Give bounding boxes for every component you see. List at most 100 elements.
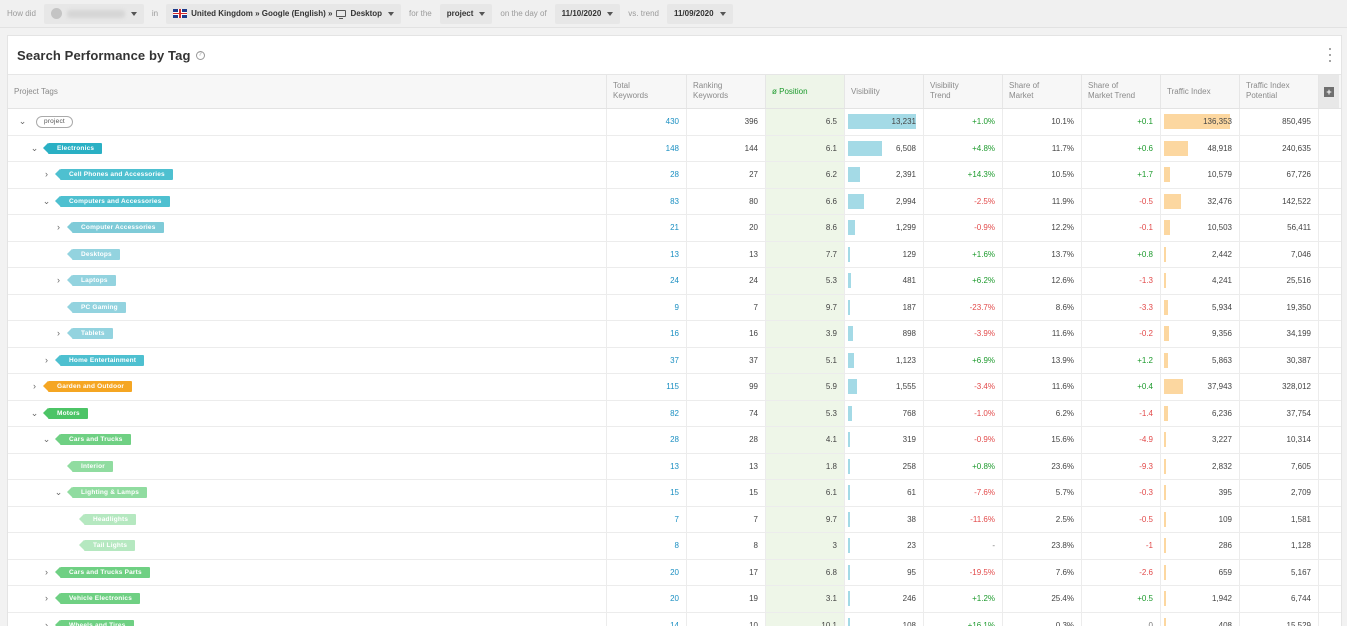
total-keywords-cell[interactable]: 37 — [607, 347, 687, 373]
tag-label[interactable]: Computers and Accessories — [55, 195, 170, 207]
tag-label[interactable]: Desktops — [67, 248, 120, 260]
tag-label[interactable]: Home Entertainment — [54, 354, 145, 366]
domain-dropdown[interactable] — [43, 3, 144, 24]
col-traffic-index-potential[interactable]: Traffic Index Potential — [1240, 75, 1319, 108]
project-dropdown[interactable]: project — [439, 3, 493, 24]
col-avg-position[interactable]: ø Position — [766, 75, 845, 108]
tag-label[interactable]: Garden and Outdoor — [42, 381, 133, 393]
col-visibility-trend[interactable]: Visibility Trend — [924, 75, 1003, 108]
trend-date-dropdown[interactable]: 11/09/2020 — [666, 3, 733, 24]
table-row[interactable]: Tail Lights 8 8 3 23 - 23.8% -1 286 1,12… — [8, 533, 1341, 560]
tag-label[interactable]: Headlights — [78, 513, 137, 525]
tag-label[interactable]: Tail Lights — [78, 540, 136, 552]
table-row[interactable]: › Wheels and Tires 14 10 10.1 108 +16.1%… — [8, 612, 1341, 626]
total-keywords-cell[interactable]: 21 — [607, 215, 687, 241]
more-options-icon[interactable] — [1328, 48, 1332, 62]
avg-position-cell: 9.7 — [766, 506, 845, 532]
total-keywords-cell[interactable]: 13 — [607, 453, 687, 479]
visibility-cell: 258 — [845, 453, 924, 479]
info-icon[interactable]: ? — [195, 50, 205, 60]
total-keywords-cell[interactable]: 8 — [607, 533, 687, 559]
tag-label[interactable]: PC Gaming — [67, 301, 126, 313]
table-row[interactable]: Desktops 13 13 7.7 129 +1.6% 13.7% +0.8 … — [8, 241, 1341, 268]
add-column-button[interactable]: + — [1319, 75, 1339, 108]
table-row[interactable]: › Home Entertainment 37 37 5.1 1,123 +6.… — [8, 347, 1341, 374]
table-row[interactable]: ⌄ Motors 82 74 5.3 768 -1.0% 6.2% -1.4 6… — [8, 400, 1341, 427]
table-row[interactable]: ⌄ Cars and Trucks 28 28 4.1 319 -0.9% 15… — [8, 427, 1341, 454]
col-share-of-market-trend[interactable]: Share of Market Trend — [1082, 75, 1161, 108]
total-keywords-cell[interactable]: 82 — [607, 400, 687, 426]
table-row[interactable]: › Laptops 24 24 5.3 481 +6.2% 12.6% -1.3… — [8, 268, 1341, 295]
chevron-right-icon[interactable]: › — [54, 276, 63, 285]
tag-label[interactable]: Cell Phones and Accessories — [55, 169, 173, 181]
table-row[interactable]: › Cars and Trucks Parts 20 17 6.8 95 -19… — [8, 559, 1341, 586]
total-keywords-cell[interactable]: 148 — [607, 135, 687, 161]
table-row[interactable]: › Cell Phones and Accessories 28 27 6.2 … — [8, 162, 1341, 189]
total-keywords-cell[interactable]: 28 — [607, 427, 687, 453]
total-keywords-cell[interactable]: 14 — [607, 612, 687, 626]
table-row[interactable]: ⌄ Computers and Accessories 83 80 6.6 2,… — [8, 188, 1341, 215]
chevron-down-icon[interactable]: ⌄ — [54, 488, 63, 497]
total-keywords-cell[interactable]: 20 — [607, 559, 687, 585]
tag-label[interactable]: project — [36, 115, 73, 128]
tag-label[interactable]: Laptops — [67, 275, 116, 287]
total-keywords-cell[interactable]: 83 — [607, 188, 687, 214]
col-visibility[interactable]: Visibility — [845, 75, 924, 108]
chevron-right-icon[interactable]: › — [42, 170, 51, 179]
chevron-right-icon[interactable]: › — [30, 382, 39, 391]
col-total-keywords[interactable]: Total Keywords — [607, 75, 687, 108]
chevron-down-icon[interactable]: ⌄ — [42, 435, 51, 444]
visibility-trend-cell: - — [924, 533, 1003, 559]
chevron-down-icon[interactable]: ⌄ — [18, 117, 27, 126]
table-row[interactable]: › Garden and Outdoor 115 99 5.9 1,555 -3… — [8, 374, 1341, 401]
col-share-of-market[interactable]: Share of Market — [1003, 75, 1082, 108]
tag-label[interactable]: Wheels and Tires — [55, 619, 134, 626]
table-row[interactable]: › Vehicle Electronics 20 19 3.1 246 +1.2… — [8, 586, 1341, 613]
chevron-right-icon[interactable]: › — [42, 567, 51, 577]
total-keywords-cell[interactable]: 15 — [607, 480, 687, 506]
col-traffic-index[interactable]: Traffic Index — [1161, 75, 1240, 108]
table-row[interactable]: ⌄ Electronics 148 144 6.1 6,508 +4.8% 11… — [8, 135, 1341, 162]
chevron-down-icon[interactable]: ⌄ — [30, 143, 39, 153]
chevron-right-icon[interactable]: › — [42, 355, 51, 365]
tag-label[interactable]: Vehicle Electronics — [54, 593, 141, 605]
tag-label[interactable]: Electronics — [42, 142, 103, 154]
tag-label[interactable]: Interior — [67, 460, 113, 472]
table-row[interactable]: ⌄ Lighting & Lamps 15 15 6.1 61 -7.6% 5.… — [8, 480, 1341, 507]
total-keywords-cell[interactable]: 7 — [607, 506, 687, 532]
tag-label[interactable]: Motors — [43, 407, 88, 419]
tag-label[interactable]: Lighting & Lamps — [66, 487, 148, 499]
table-row[interactable]: Headlights 7 7 9.7 38 -11.6% 2.5% -0.5 1… — [8, 506, 1341, 533]
tag-label[interactable]: Tablets — [67, 328, 113, 340]
visibility-cell: 13,231 — [845, 109, 924, 135]
total-keywords-cell[interactable]: 9 — [607, 294, 687, 320]
share-of-market-cell: 11.7% — [1003, 135, 1082, 161]
table-row[interactable]: ⌄ project 430 396 6.5 13,231 +1.0% 10.1%… — [8, 109, 1341, 136]
total-keywords-cell[interactable]: 16 — [607, 321, 687, 347]
tag-label[interactable]: Computer Accessories — [67, 222, 164, 234]
total-keywords-cell[interactable]: 115 — [607, 374, 687, 400]
visibility-value: 187 — [902, 302, 916, 312]
chevron-right-icon[interactable]: › — [42, 594, 51, 603]
table-row[interactable]: Interior 13 13 1.8 258 +0.8% 23.6% -9.3 … — [8, 453, 1341, 480]
table-row[interactable]: PC Gaming 9 7 9.7 187 -23.7% 8.6% -3.3 5… — [8, 294, 1341, 321]
total-keywords-cell[interactable]: 28 — [607, 162, 687, 188]
chevron-right-icon[interactable]: › — [54, 223, 63, 232]
total-keywords-cell[interactable]: 20 — [607, 586, 687, 612]
col-ranking-keywords[interactable]: Ranking Keywords — [687, 75, 766, 108]
market-dropdown[interactable]: United Kingdom » Google (English) » Desk… — [166, 3, 402, 24]
total-keywords-cell[interactable]: 13 — [607, 241, 687, 267]
chevron-down-icon[interactable]: ⌄ — [30, 408, 39, 418]
tag-label[interactable]: Cars and Trucks Parts — [55, 566, 150, 578]
visibility-trend-cell: +6.9% — [924, 347, 1003, 373]
tag-label[interactable]: Cars and Trucks — [55, 434, 131, 446]
total-keywords-cell[interactable]: 430 — [607, 109, 687, 135]
chevron-down-icon[interactable]: ⌄ — [42, 196, 51, 206]
total-keywords-cell[interactable]: 24 — [607, 268, 687, 294]
chevron-right-icon[interactable]: › — [42, 620, 51, 626]
col-project-tags[interactable]: Project Tags — [8, 75, 607, 108]
chevron-right-icon[interactable]: › — [54, 329, 63, 338]
table-row[interactable]: › Computer Accessories 21 20 8.6 1,299 -… — [8, 215, 1341, 242]
table-row[interactable]: › Tablets 16 16 3.9 898 -3.9% 11.6% -0.2… — [8, 321, 1341, 348]
date-dropdown[interactable]: 11/10/2020 — [554, 3, 621, 24]
